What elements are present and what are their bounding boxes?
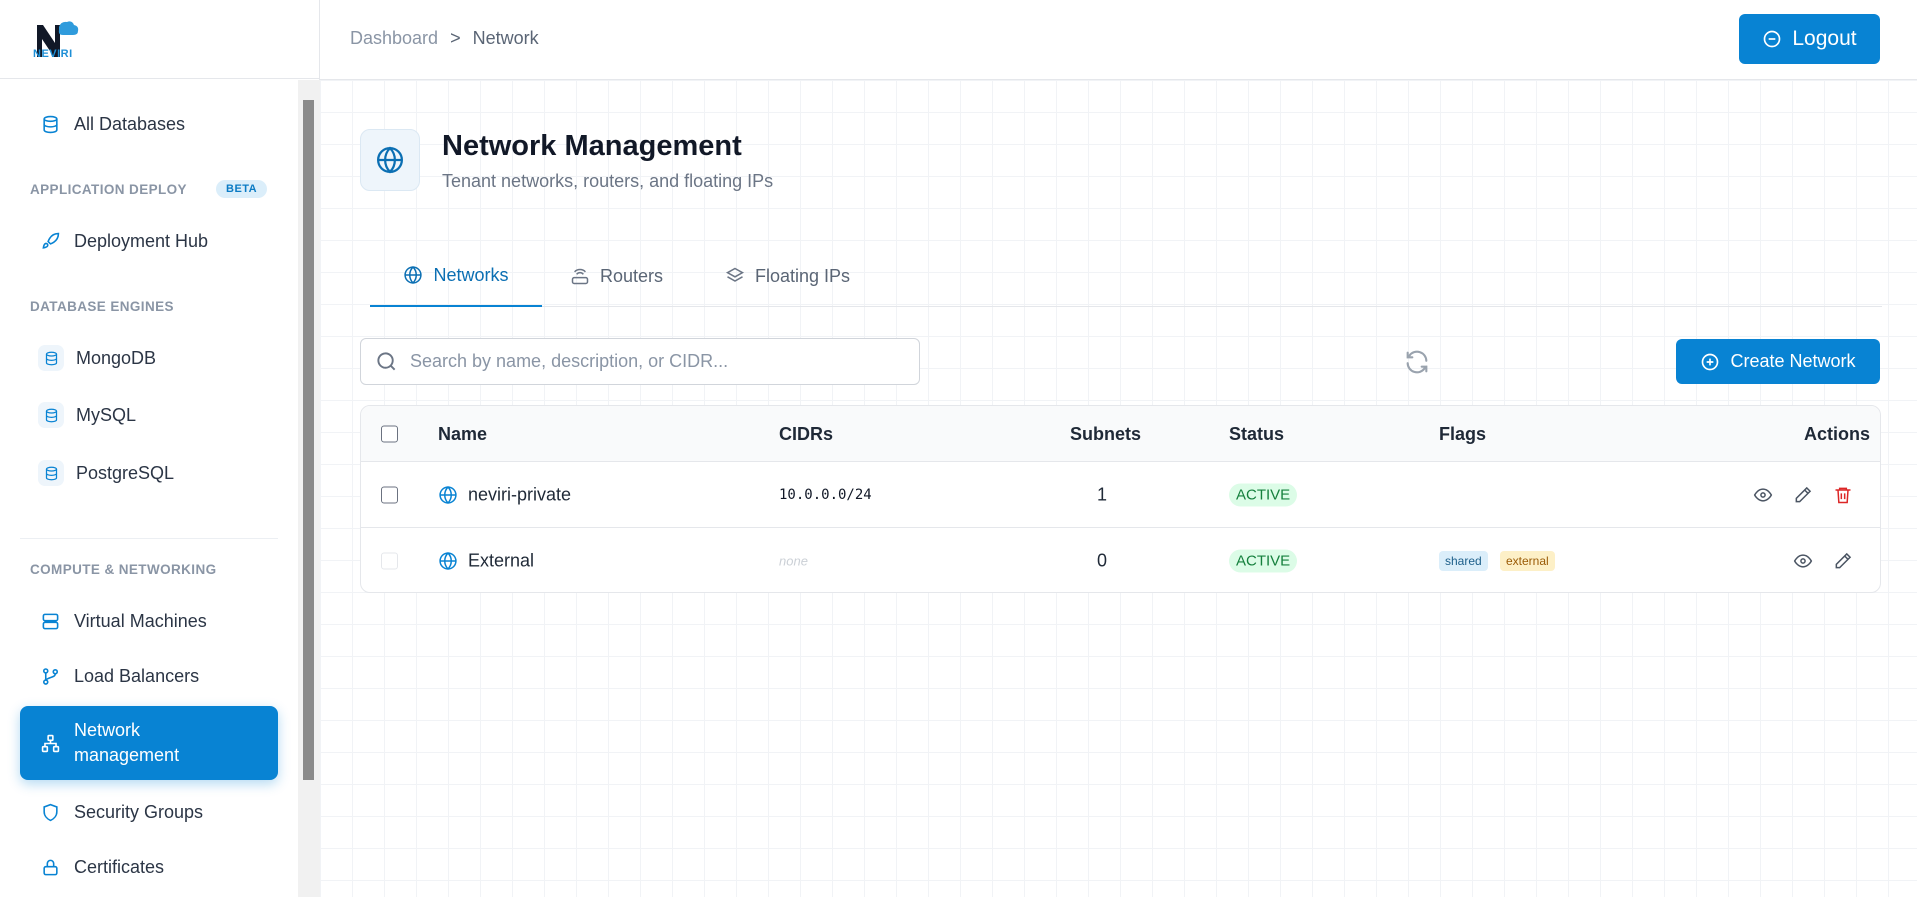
create-network-button[interactable]: Create Network [1676,339,1880,384]
sidebar-item-virtual-machines[interactable]: Virtual Machines [20,599,278,643]
column-header-flags: Flags [1439,424,1487,444]
sidebar-item-label: Network management [74,720,180,765]
column-header-subnets: Subnets [1070,424,1142,444]
tab-label: Networks [433,264,509,285]
router-icon [571,268,589,285]
network-name[interactable]: neviri-private [468,484,571,505]
sidebar-item-network-management[interactable]: Network management [20,706,278,780]
sidebar-item-mysql[interactable]: MySQL [20,393,278,437]
flag-badge-external: external [1500,551,1555,571]
edit-icon[interactable] [1793,485,1813,505]
edit-icon[interactable] [1833,551,1853,571]
sidebar-item-load-balancers[interactable]: Load Balancers [20,654,278,698]
row-checkbox[interactable] [381,486,398,503]
section-label-compute: COMPUTE & NETWORKING [30,562,217,577]
refresh-icon[interactable] [1403,348,1431,376]
delete-icon[interactable] [1833,485,1853,505]
main-content: Network Management Tenant networks, rout… [320,80,1917,897]
section-label-app-deploy: APPLICATION DEPLOY [30,182,187,197]
database-icon [38,345,64,371]
network-subnets: 1 [1097,484,1108,504]
database-icon [40,114,60,134]
search-icon [377,352,396,371]
breadcrumb-dashboard[interactable]: Dashboard [350,28,438,49]
networks-table: Name CIDRs Subnets Status Flags Actions … [360,405,1881,593]
table-header: Name CIDRs Subnets Status Flags Actions [361,406,1880,462]
select-all-checkbox[interactable] [381,425,398,442]
status-badge: ACTIVE [1229,483,1298,506]
status-badge: ACTIVE [1229,549,1298,573]
column-header-cidrs: CIDRs [779,424,834,444]
sidebar-item-mongodb[interactable]: MongoDB [20,336,278,380]
sidebar-item-label: MongoDB [76,347,157,368]
network-icon [40,733,60,753]
sidebar-item-label: MySQL [76,404,137,425]
top-header: Dashboard > Network Logout [320,0,1917,80]
breadcrumb: Dashboard > Network [350,28,539,49]
sidebar-item-label: Security Groups [74,801,204,822]
breadcrumb-separator: > [450,28,461,48]
table-row: neviri-private 10.0.0.0/24 1 ACTIVE [361,462,1880,528]
logout-button[interactable]: Logout [1739,14,1880,64]
sidebar-item-label: Load Balancers [74,665,200,686]
column-header-status: Status [1229,424,1285,444]
search-field[interactable] [360,338,920,385]
server-icon [40,611,60,631]
globe-icon [439,552,457,570]
network-name[interactable]: External [468,551,534,572]
tab-label: Routers [600,265,664,286]
sidebar: NEVIRI All Databases APPLICATION DEPLOY … [0,0,320,897]
sidebar-item-label: Deployment Hub [74,230,209,251]
sidebar-item-certificates[interactable]: Certificates [20,845,278,889]
shield-icon [40,802,60,822]
column-header-name: Name [438,424,488,444]
network-cidr: 10.0.0.0/24 [779,486,872,503]
logo-area: NEVIRI [0,0,319,79]
git-branch-icon [40,666,60,686]
beta-badge: BETA [216,180,268,198]
logout-label: Logout [1792,27,1857,50]
flag-badge-shared: shared [1439,551,1488,571]
sidebar-item-deployment-hub[interactable]: Deployment Hub [20,219,278,263]
rocket-icon [40,231,60,251]
sidebar-item-label: All Databases [74,113,186,134]
tabs: Networks Routers Floating IPs [370,245,1882,307]
table-row: External none 0 ACTIVE shared external [361,528,1880,592]
page-subtitle: Tenant networks, routers, and floating I… [442,171,774,191]
tab-floating-ips[interactable]: Floating IPs [725,245,850,307]
sidebar-item-label: PostgreSQL [76,462,175,483]
lock-icon [40,857,60,877]
sidebar-item-security-groups[interactable]: Security Groups [20,790,278,834]
create-network-label: Create Network [1730,351,1856,371]
globe-icon [404,266,423,284]
sidebar-item-postgresql[interactable]: PostgreSQL [20,451,278,495]
column-header-actions: Actions [1803,424,1870,444]
sidebar-item-label: Virtual Machines [74,610,207,631]
database-icon [38,460,64,486]
plus-circle-icon [1702,353,1719,370]
network-cidr: none [779,553,808,569]
brand-name: NEVIRI [33,48,73,60]
tab-routers[interactable]: Routers [570,245,663,307]
tab-label: Floating IPs [755,265,851,286]
logout-icon [1764,30,1781,48]
globe-icon [439,485,457,504]
row-checkbox [381,552,398,570]
breadcrumb-current: Network [472,28,539,48]
sidebar-scrollbar-thumb[interactable] [303,100,314,780]
sidebar-item-label: Certificates [74,856,165,877]
database-icon [38,402,64,428]
network-subnets: 0 [1097,550,1108,571]
divider [20,538,278,539]
section-label-db-engines: DATABASE ENGINES [30,299,174,314]
tab-networks[interactable]: Networks [370,245,542,307]
view-icon[interactable] [1793,551,1813,571]
view-icon[interactable] [1753,485,1773,505]
page-title: Network Management [442,130,742,162]
layers-icon [725,267,745,282]
sidebar-item-all-databases[interactable]: All Databases [20,102,278,146]
globe-icon [360,129,420,191]
search-input[interactable] [410,351,890,372]
